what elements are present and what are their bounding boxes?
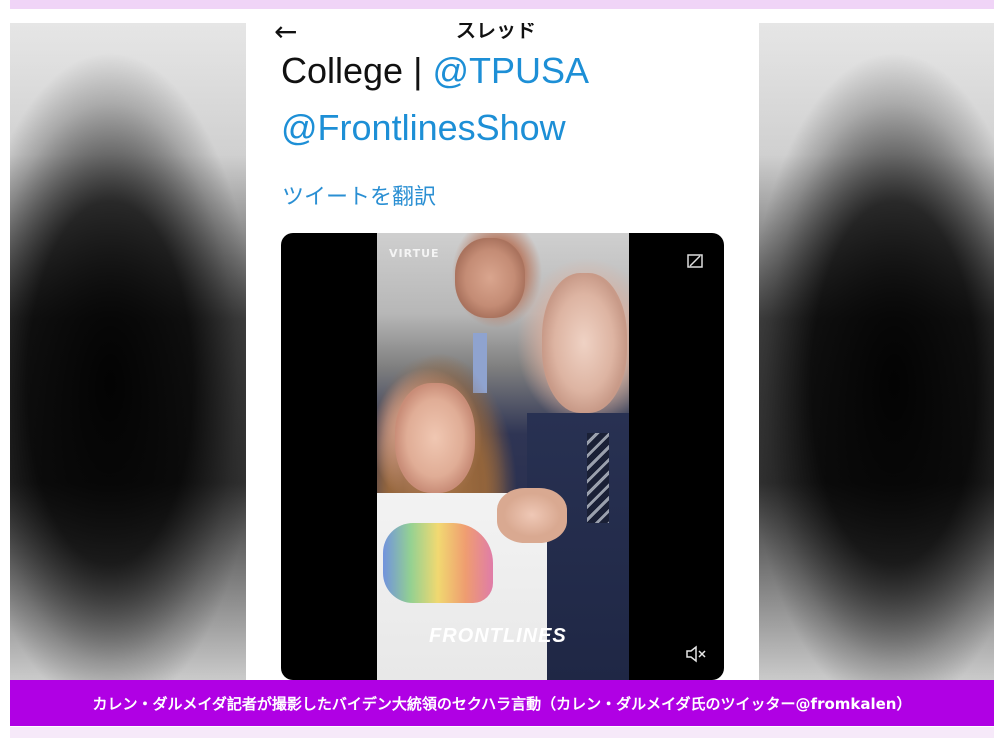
- picture-in-picture-icon[interactable]: [687, 253, 703, 269]
- video-person: [542, 273, 627, 413]
- tweet-text-prefix: College |: [281, 50, 433, 91]
- tweet-text-line: @FrontlinesShow: [281, 106, 566, 150]
- phone-screenshot: ← スレッド College | @TPUSA @FrontlinesShow …: [246, 23, 759, 680]
- speaker-muted-icon[interactable]: [685, 645, 707, 663]
- video-person: [455, 238, 525, 318]
- video-frame: [377, 233, 629, 680]
- photo-caption-bar: カレン・ダルメイダ記者が撮影したバイデン大統領のセクハラ言動（カレン・ダルメイダ…: [10, 680, 994, 726]
- video-detail: [383, 523, 493, 603]
- tweet-text-line: College | @TPUSA: [281, 49, 589, 93]
- photo-caption: カレン・ダルメイダ記者が撮影したバイデン大統領のセクハラ言動（カレン・ダルメイダ…: [92, 694, 912, 713]
- top-accent-strip: [10, 0, 994, 9]
- video-watermark: VIRTUE: [389, 247, 440, 260]
- video-player[interactable]: VIRTUE FRONTLINES: [281, 233, 724, 680]
- video-brand-overlay: FRONTLINES: [429, 625, 567, 647]
- arrow-left-icon[interactable]: ←: [274, 23, 297, 47]
- translate-tweet-link[interactable]: ツイートを翻訳: [282, 183, 436, 213]
- mention-link-tpusa[interactable]: @TPUSA: [432, 50, 589, 91]
- article-photo: ← スレッド College | @TPUSA @FrontlinesShow …: [10, 23, 994, 680]
- thread-title: スレッド: [456, 23, 536, 42]
- blurred-background-left: [10, 23, 246, 680]
- video-person: [395, 383, 475, 493]
- video-detail: [497, 488, 567, 543]
- bottom-strip: [10, 727, 994, 738]
- mention-link-frontlinesshow[interactable]: @FrontlinesShow: [281, 107, 566, 148]
- video-detail: [587, 433, 609, 523]
- blurred-background-right: [758, 23, 994, 680]
